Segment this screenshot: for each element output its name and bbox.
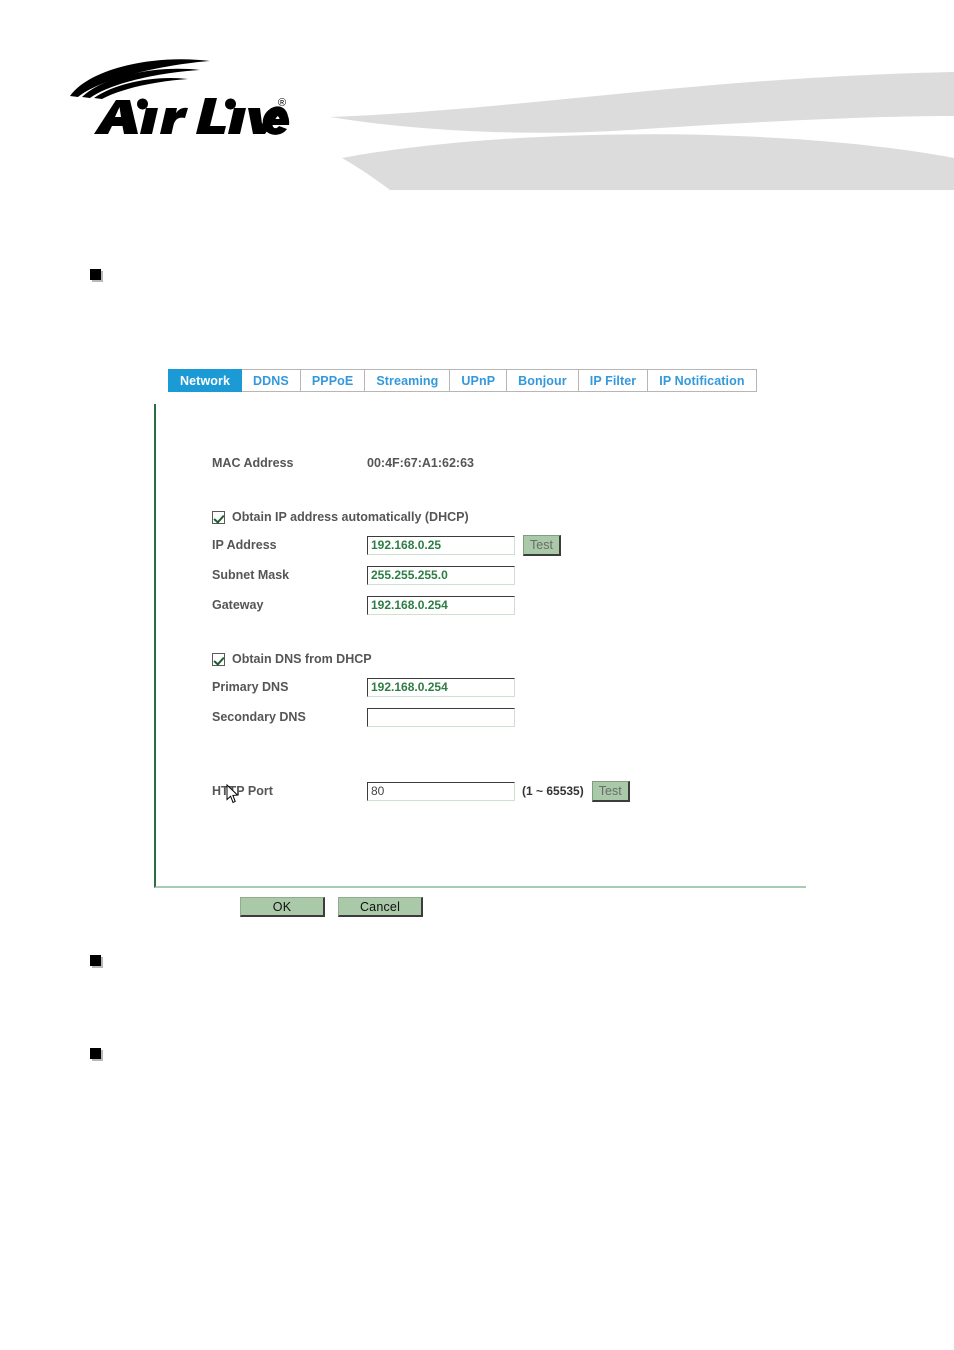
primary-dns-row: Primary DNS	[212, 672, 630, 702]
trademark-symbol: ®	[278, 97, 286, 109]
settings-tab-bar: Network DDNS PPPoE Streaming UPnP Bonjou…	[168, 369, 757, 392]
subnet-mask-label: Subnet Mask	[212, 568, 290, 582]
tab-ddns[interactable]: DDNS	[242, 369, 301, 392]
secondary-dns-label: Secondary DNS	[212, 710, 306, 724]
cancel-button[interactable]: Cancel	[338, 897, 423, 917]
ip-address-input[interactable]	[367, 535, 515, 555]
dhcp-checkbox-row[interactable]: Obtain IP address automatically (DHCP)	[212, 504, 630, 530]
ip-address-label: IP Address	[212, 538, 277, 552]
tab-upnp[interactable]: UPnP	[450, 369, 508, 392]
network-form: MAC Address 00:4F:67:A1:62:63 Obtain IP …	[212, 448, 630, 806]
airlive-logo: ®	[70, 59, 290, 135]
mac-address-value: 00:4F:67:A1:62:63	[367, 456, 474, 470]
gateway-input[interactable]	[367, 595, 515, 615]
gateway-label: Gateway	[212, 598, 264, 612]
network-settings-panel: MAC Address 00:4F:67:A1:62:63 Obtain IP …	[154, 404, 806, 888]
http-port-input[interactable]	[367, 781, 515, 801]
section-bullet	[90, 955, 101, 966]
dns-checkbox[interactable]	[212, 652, 225, 666]
secondary-dns-row: Secondary DNS	[212, 702, 630, 732]
section-bullet	[90, 1048, 101, 1059]
section-bullet	[90, 269, 101, 280]
primary-dns-input[interactable]	[367, 677, 515, 697]
dhcp-checkbox-label: Obtain IP address automatically (DHCP)	[232, 510, 469, 524]
ip-address-row: IP Address Test	[212, 530, 630, 560]
tab-bonjour[interactable]: Bonjour	[507, 369, 579, 392]
mac-address-label: MAC Address	[212, 456, 294, 470]
http-port-range-hint: (1 ~ 65535)	[522, 784, 584, 798]
primary-dns-label: Primary DNS	[212, 680, 289, 694]
mac-address-row: MAC Address 00:4F:67:A1:62:63	[212, 448, 630, 478]
tab-streaming[interactable]: Streaming	[365, 369, 451, 392]
ok-button[interactable]: OK	[240, 897, 325, 917]
gateway-row: Gateway	[212, 590, 630, 620]
form-action-bar: OK Cancel	[240, 897, 423, 917]
tab-pppoe[interactable]: PPPoE	[300, 369, 366, 392]
header-swoosh-graphic	[330, 72, 954, 190]
mouse-cursor-icon	[226, 784, 239, 804]
test-http-port-button[interactable]: Test	[591, 780, 630, 802]
secondary-dns-input[interactable]	[367, 707, 515, 727]
page-header: ®	[0, 0, 954, 200]
subnet-mask-input[interactable]	[367, 565, 515, 585]
dns-checkbox-label: Obtain DNS from DHCP	[232, 652, 372, 666]
http-port-row: HTTP Port (1 ~ 65535) Test	[212, 776, 630, 806]
tab-ip-notification[interactable]: IP Notification	[648, 369, 757, 392]
dns-checkbox-row[interactable]: Obtain DNS from DHCP	[212, 646, 630, 672]
tab-network[interactable]: Network	[168, 369, 243, 392]
subnet-mask-row: Subnet Mask	[212, 560, 630, 590]
tab-ip-filter[interactable]: IP Filter	[578, 369, 649, 392]
dhcp-checkbox[interactable]	[212, 510, 225, 524]
test-ip-button[interactable]: Test	[523, 534, 561, 556]
